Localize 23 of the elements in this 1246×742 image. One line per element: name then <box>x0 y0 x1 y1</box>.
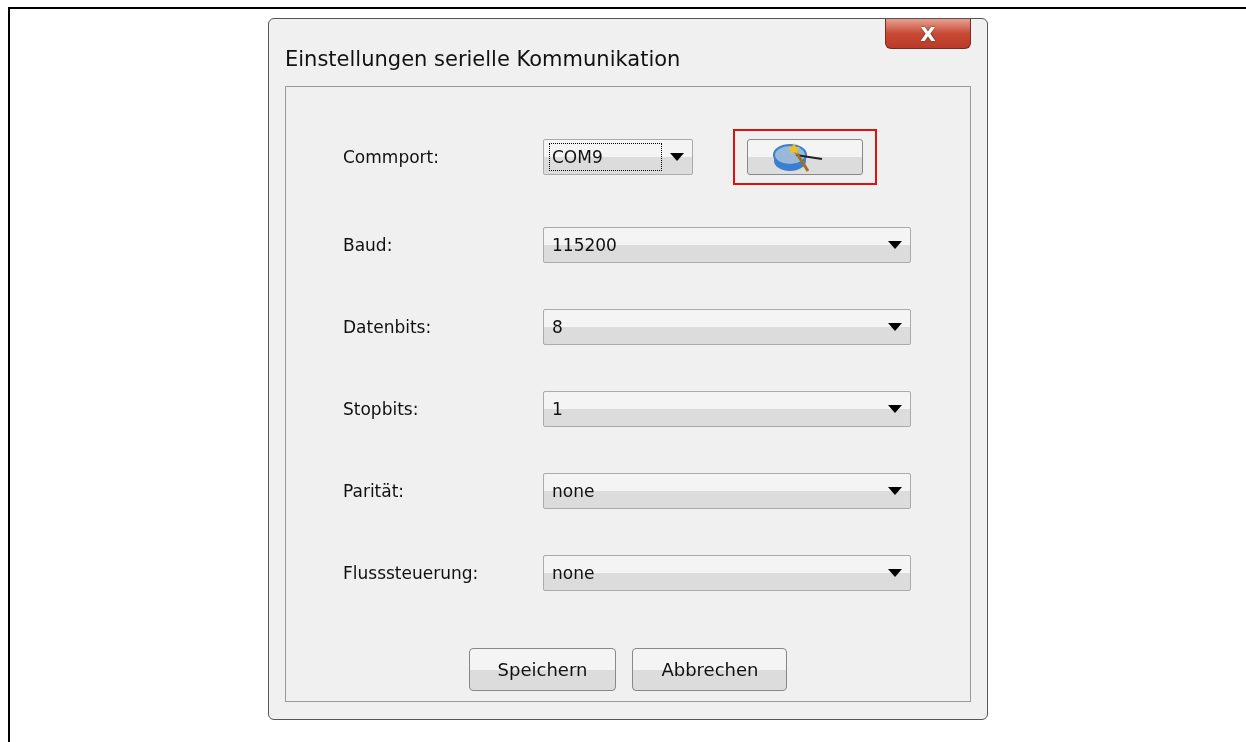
port-search-button[interactable] <box>747 139 863 175</box>
cancel-button[interactable]: Abbrechen <box>632 648 788 691</box>
dropdown[interactable]: 115200 <box>543 227 911 263</box>
caret-icon <box>670 153 684 161</box>
save-button[interactable]: Speichern <box>468 648 617 691</box>
commport-dropdown[interactable]: COM9 <box>543 139 693 175</box>
field-label: Baud: <box>343 235 394 255</box>
dropdown[interactable]: 1 <box>543 391 911 427</box>
field-label: Datenbits: <box>343 317 433 337</box>
close-button[interactable]: X <box>885 19 971 49</box>
caret-icon <box>888 487 902 495</box>
dropdown[interactable]: none <box>543 555 911 591</box>
dropdown[interactable]: 8 <box>543 309 911 345</box>
field-label: Parität: <box>343 481 406 501</box>
window-title: Einstellungen serielle Kommunikation <box>285 47 681 71</box>
field-label: Commport: <box>343 147 440 167</box>
field-label: Flusssteuerung: <box>343 563 480 583</box>
caret-icon <box>888 323 902 331</box>
caret-icon <box>888 405 902 413</box>
dropdown[interactable]: none <box>543 473 911 509</box>
caret-icon <box>888 569 902 577</box>
caret-icon <box>888 241 902 249</box>
field-label: Stopbits: <box>343 399 420 419</box>
